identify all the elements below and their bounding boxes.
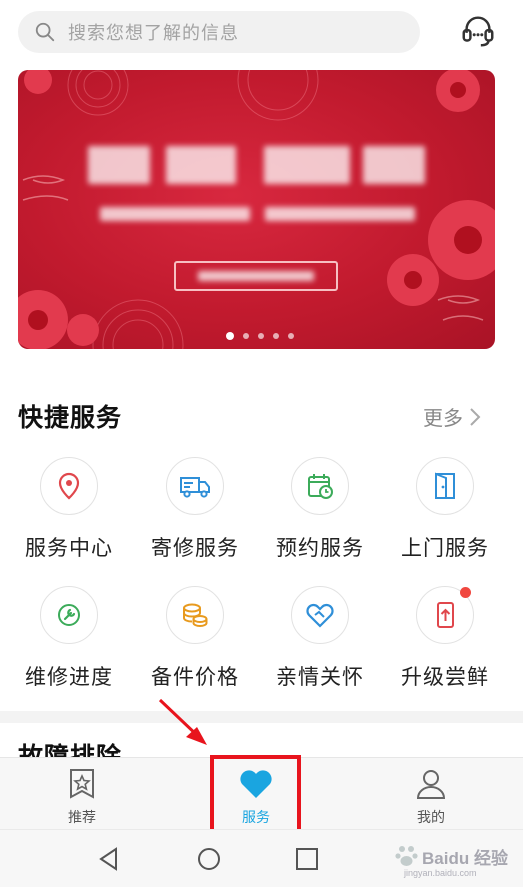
more-link[interactable]: 更多 — [423, 402, 481, 431]
repair-progress-item[interactable]: 维修进度 — [4, 586, 134, 691]
promo-banner[interactable] — [18, 70, 495, 349]
search-bar[interactable]: 搜索您想了解的信息 — [18, 11, 420, 53]
delivery-truck-icon — [180, 477, 210, 498]
upgrade-trial-item[interactable]: 升级尝鲜 — [380, 586, 510, 691]
section-divider — [0, 711, 523, 723]
service-center-item[interactable]: 服务中心 — [4, 457, 134, 562]
back-icon[interactable] — [96, 846, 122, 872]
item-label: 寄修服务 — [151, 536, 239, 560]
banner-subtitle-obscured — [100, 203, 430, 225]
system-nav-bar: Baidu 经验 jingyan.baidu.com — [0, 829, 523, 887]
tab-label: 我的 — [417, 810, 445, 826]
pagination-dot — [273, 333, 279, 339]
more-label: 更多 — [423, 406, 463, 430]
next-section-title: 故障排除 — [18, 742, 123, 758]
wrench-icon — [58, 604, 80, 626]
location-pin-icon — [58, 472, 80, 500]
banner-button-obscured[interactable] — [174, 261, 338, 291]
mail-repair-item[interactable]: 寄修服务 — [130, 457, 260, 562]
tab-recommend[interactable]: 推荐 — [37, 766, 127, 827]
item-label: 预约服务 — [276, 536, 364, 560]
top-bar: 搜索您想了解的信息 — [0, 0, 523, 62]
item-label: 上门服务 — [401, 536, 489, 560]
item-label: 服务中心 — [25, 536, 113, 560]
bookmark-star-icon — [70, 769, 94, 799]
door-icon — [435, 472, 455, 499]
tab-mine[interactable]: 我的 — [386, 766, 476, 827]
watermark-text: Baidu 经验 — [422, 849, 508, 868]
pagination-dot — [243, 333, 249, 339]
recents-icon[interactable] — [294, 846, 320, 872]
tab-label: 推荐 — [68, 810, 96, 826]
item-label: 备件价格 — [151, 665, 239, 689]
headset-icon[interactable] — [459, 12, 497, 50]
heart-handshake-icon — [306, 603, 334, 628]
watermark: Baidu 经验 jingyan.baidu.com — [394, 840, 519, 880]
coins-icon — [183, 603, 208, 628]
parts-price-item[interactable]: 备件价格 — [130, 586, 260, 691]
item-label: 亲情关怀 — [276, 665, 364, 689]
search-icon — [35, 22, 55, 42]
family-care-item[interactable]: 亲情关怀 — [255, 586, 385, 691]
onsite-service-item[interactable]: 上门服务 — [380, 457, 510, 562]
home-icon[interactable] — [196, 846, 222, 872]
user-icon — [416, 770, 446, 799]
pagination-dot — [258, 333, 264, 339]
banner-title-obscured — [88, 142, 428, 188]
item-label: 维修进度 — [25, 665, 113, 689]
calendar-clock-icon — [308, 474, 333, 499]
baidu-paw-icon — [395, 846, 418, 866]
banner-pagination — [226, 332, 294, 340]
annotation-highlight-box — [210, 755, 301, 835]
notification-badge — [460, 587, 471, 598]
search-placeholder: 搜索您想了解的信息 — [68, 23, 239, 44]
item-label: 升级尝鲜 — [401, 665, 489, 689]
pagination-dot — [288, 333, 294, 339]
pagination-dot — [226, 332, 234, 340]
section-title: 快捷服务 — [18, 403, 123, 432]
appointment-item[interactable]: 预约服务 — [255, 457, 385, 562]
watermark-url: jingyan.baidu.com — [404, 868, 477, 878]
chevron-right-icon — [470, 407, 481, 426]
phone-upgrade-icon — [437, 602, 454, 628]
